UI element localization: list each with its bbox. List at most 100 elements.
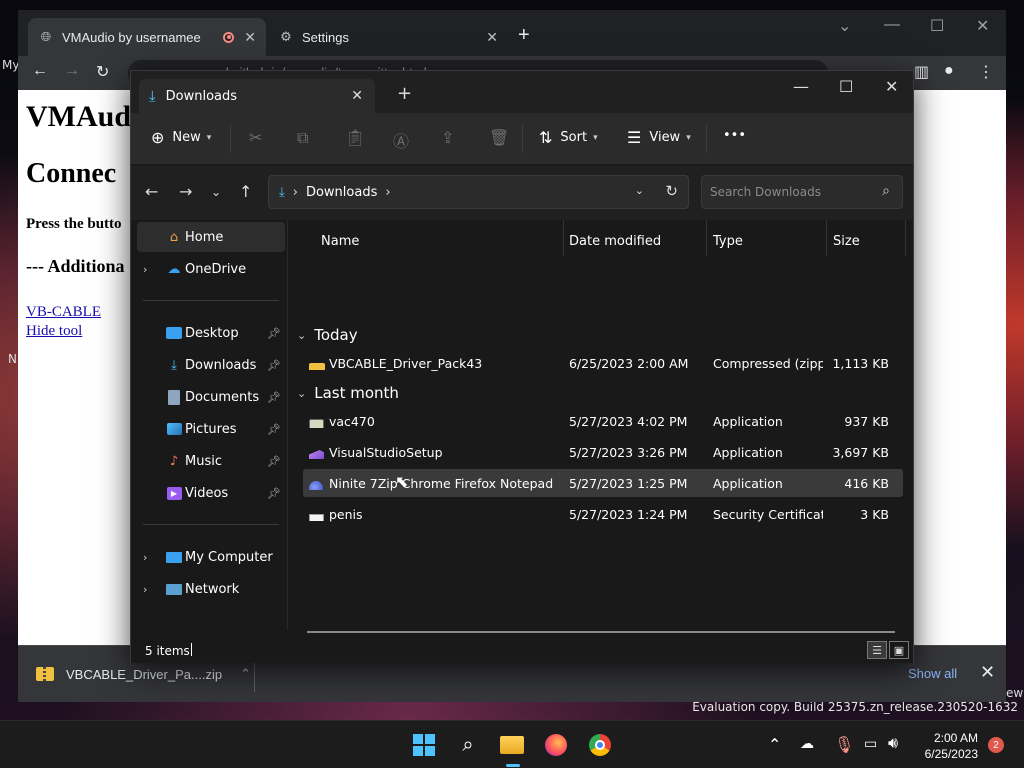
pin-icon[interactable]: 📌︎ xyxy=(267,327,281,340)
horizontal-scrollbar[interactable] xyxy=(307,631,895,633)
tab-vmaudio[interactable]: 🌐︎ VMAudio by usernamee ✕ xyxy=(28,18,266,56)
download-item[interactable]: VBCABLE_Driver_Pa....zip ⌃ xyxy=(36,666,251,682)
tiles-view-icon[interactable]: ▣ xyxy=(889,641,909,659)
close-tab-icon[interactable]: ✕ xyxy=(486,29,498,46)
refresh-icon[interactable]: ↻ xyxy=(665,182,678,200)
chevron-right-icon[interactable]: › xyxy=(143,583,147,596)
chevron-right-icon[interactable]: › xyxy=(143,551,147,564)
up-button[interactable]: ↑ xyxy=(239,182,252,201)
show-all-button[interactable]: Show all xyxy=(908,666,957,681)
cut-icon[interactable]: ✂ xyxy=(249,128,262,147)
vb-cable-link[interactable]: VB-CABLE xyxy=(26,304,101,321)
column-header-name[interactable]: Name xyxy=(321,226,359,256)
cloud-offline-icon[interactable]: ☁ xyxy=(800,735,814,752)
reload-button[interactable]: ↻ xyxy=(96,62,109,82)
network-icon[interactable]: ▭ xyxy=(864,735,877,752)
clock[interactable]: 2:00 AM 6/25/2023 xyxy=(914,730,978,762)
chevron-right-icon[interactable]: › xyxy=(385,185,390,200)
group-header-today[interactable]: ⌄ Today xyxy=(297,326,358,344)
chevron-up-icon[interactable]: ⌃ xyxy=(768,735,781,755)
file-explorer-icon[interactable] xyxy=(498,731,526,767)
firefox-icon[interactable] xyxy=(542,731,570,759)
file-name: Ninite 7Zip Chrome Firefox Notepad Inst.… xyxy=(329,476,555,491)
microphone-icon[interactable]: 🎙︎ xyxy=(834,735,854,755)
column-header-type[interactable]: Type xyxy=(713,226,743,256)
file-row[interactable]: vac470 5/27/2023 4:02 PM Application 937… xyxy=(303,407,903,435)
delete-icon[interactable]: 🗑︎ xyxy=(489,128,509,147)
nav-item-desktop[interactable]: Desktop 📌︎ xyxy=(137,318,285,348)
hide-tool-link[interactable]: Hide tool xyxy=(26,323,82,340)
file-row[interactable]: VisualStudioSetup 5/27/2023 3:26 PM Appl… xyxy=(303,438,903,466)
maximize-button[interactable]: ☐ xyxy=(930,16,944,36)
nav-item-my-computer[interactable]: › My Computer xyxy=(137,542,285,572)
recent-locations-icon[interactable]: ⌄ xyxy=(211,185,221,199)
pin-icon[interactable]: 📌︎ xyxy=(267,391,281,404)
nav-item-onedrive[interactable]: › ☁ OneDrive xyxy=(137,254,285,284)
back-button[interactable]: ← xyxy=(32,62,48,80)
address-bar[interactable]: ⤓ › Downloads › ⌄ ↻ xyxy=(268,175,689,209)
column-header-date[interactable]: Date modified xyxy=(569,226,661,256)
breadcrumb-downloads[interactable]: Downloads xyxy=(306,185,377,200)
file-row[interactable]: VBCABLE_Driver_Pack43 6/25/2023 2:00 AM … xyxy=(303,349,903,377)
view-button[interactable]: ☰ View ▾ xyxy=(627,128,691,147)
chevron-up-icon[interactable]: ⌃ xyxy=(240,666,251,682)
pane-splitter[interactable] xyxy=(287,220,288,630)
maximize-button[interactable]: ☐ xyxy=(839,77,853,96)
minimize-button[interactable]: — xyxy=(884,16,900,34)
notification-badge[interactable]: 2 xyxy=(988,737,1004,753)
chevron-down-icon[interactable]: ⌄ xyxy=(635,184,644,197)
nav-item-music[interactable]: ♪ Music 📌︎ xyxy=(137,446,285,476)
forward-button[interactable]: → xyxy=(179,182,192,201)
back-button[interactable]: ← xyxy=(145,182,158,201)
menu-icon[interactable]: ⋮ xyxy=(978,62,994,82)
close-tab-icon[interactable]: ✕ xyxy=(244,29,256,46)
share-icon[interactable]: ⇪ xyxy=(441,128,454,147)
nav-item-home[interactable]: ⌂ Home xyxy=(137,222,285,252)
windows-start-icon[interactable] xyxy=(410,731,438,759)
column-header-size[interactable]: Size xyxy=(833,226,860,256)
column-divider[interactable] xyxy=(905,220,906,256)
nav-item-downloads[interactable]: ⤓ Downloads 📌︎ xyxy=(137,350,285,380)
new-button[interactable]: ⊕ New ▾ xyxy=(151,128,211,147)
volume-icon[interactable]: 🔊︎ xyxy=(888,735,898,753)
new-tab-button[interactable]: + xyxy=(397,83,412,104)
nav-item-documents[interactable]: Documents 📌︎ xyxy=(137,382,285,412)
forward-button[interactable]: → xyxy=(64,62,80,80)
copy-icon[interactable]: ⧉ xyxy=(297,128,308,148)
close-tab-icon[interactable]: ✕ xyxy=(351,88,363,104)
paste-icon[interactable]: 📋︎ xyxy=(345,128,365,147)
nav-item-videos[interactable]: ▶ Videos 📌︎ xyxy=(137,478,285,508)
search-icon[interactable]: ⌕ xyxy=(454,731,482,759)
profile-icon[interactable]: ● xyxy=(944,62,954,80)
chevron-down-icon[interactable]: ⌄ xyxy=(297,329,306,342)
nav-item-pictures[interactable]: Pictures 📌︎ xyxy=(137,414,285,444)
close-download-bar-icon[interactable]: ✕ xyxy=(980,662,995,683)
nav-item-network[interactable]: › Network xyxy=(137,574,285,604)
column-divider[interactable] xyxy=(706,220,707,256)
pin-icon[interactable]: 📌︎ xyxy=(267,455,281,468)
side-panel-icon[interactable]: ▥ xyxy=(914,62,929,82)
minimize-button[interactable]: — xyxy=(793,77,809,96)
chevron-down-icon[interactable]: ⌄ xyxy=(297,387,306,400)
search-input[interactable]: Search Downloads ⌕ xyxy=(701,175,903,209)
tab-settings[interactable]: ⚙ Settings ✕ xyxy=(268,18,508,56)
explorer-tab[interactable]: ⤓ Downloads ✕ xyxy=(139,79,375,113)
new-tab-button[interactable]: + xyxy=(518,24,530,47)
chrome-icon[interactable] xyxy=(586,731,614,759)
file-row[interactable]: penis 5/27/2023 1:24 PM Security Certifi… xyxy=(303,500,903,528)
pin-icon[interactable]: 📌︎ xyxy=(267,487,281,500)
sort-button[interactable]: ⇅ Sort ▾ xyxy=(539,128,598,147)
chevron-right-icon[interactable]: › xyxy=(143,263,147,276)
pin-icon[interactable]: 📌︎ xyxy=(267,423,281,436)
close-button[interactable]: ✕ xyxy=(976,16,989,36)
file-row[interactable]: Ninite 7Zip Chrome Firefox Notepad Inst.… xyxy=(303,469,903,497)
close-button[interactable]: ✕ xyxy=(885,77,898,96)
tab-search-icon[interactable]: ⌄ xyxy=(838,16,851,36)
group-header-last-month[interactable]: ⌄ Last month xyxy=(297,384,399,402)
pin-icon[interactable]: 📌︎ xyxy=(267,359,281,372)
details-view-icon[interactable]: ☰ xyxy=(867,641,887,659)
column-divider[interactable] xyxy=(826,220,827,256)
column-divider[interactable] xyxy=(563,220,564,256)
more-options-button[interactable]: ••• xyxy=(723,128,746,143)
rename-icon[interactable]: Ⓐ xyxy=(393,128,409,152)
